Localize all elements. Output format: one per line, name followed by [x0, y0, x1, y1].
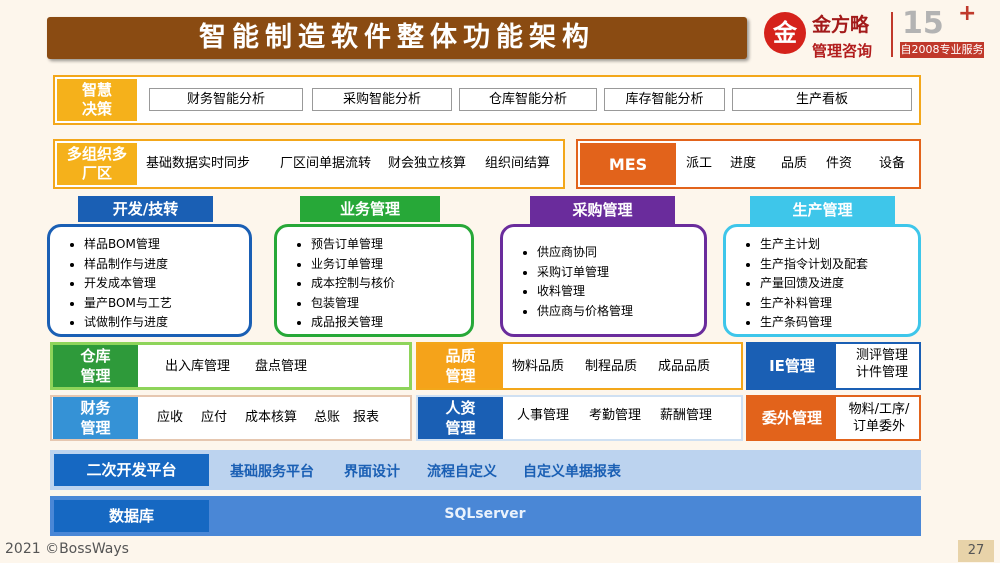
outsource-label: 委外管理 — [748, 397, 836, 439]
list-item: 采购订单管理 — [537, 263, 704, 283]
hr-label: 人资 管理 — [418, 397, 503, 439]
list-item: 开发成本管理 — [84, 274, 249, 294]
decision-item: 仓库智能分析 — [459, 88, 597, 111]
list-item: 生产条码管理 — [760, 313, 918, 333]
finance-label: 财务 管理 — [53, 397, 138, 439]
hr-item: 人事管理 — [517, 408, 570, 423]
logo-subtitle: 管理咨询 — [812, 42, 873, 60]
finance-item: 成本核算 — [245, 410, 298, 425]
decision-label: 智慧 决策 — [57, 79, 137, 121]
list-item: 样品制作与进度 — [84, 255, 249, 275]
list-item: 收料管理 — [537, 282, 704, 302]
list-item: 包装管理 — [311, 294, 471, 314]
database-value: SQLserver — [444, 506, 526, 522]
mes-item: 品质 — [781, 156, 808, 171]
category-list-dev: 样品BOM管理 样品制作与进度 开发成本管理 量产BOM与工艺 试做制作与进度 — [47, 224, 252, 337]
mes-item: 派工 — [686, 156, 713, 171]
list-item: 生产主计划 — [760, 235, 918, 255]
multi-org-item: 组织间结算 — [485, 156, 551, 171]
quality-item: 成品品质 — [658, 359, 711, 374]
list-item: 成品报关管理 — [311, 313, 471, 333]
logo-plus: + — [958, 1, 977, 26]
list-item: 试做制作与进度 — [84, 313, 249, 333]
ie-label: IE管理 — [748, 344, 836, 388]
mes-item: 件资 — [826, 156, 853, 171]
list-item: 生产指令计划及配套 — [760, 255, 918, 275]
category-head-biz: 业务管理 — [300, 196, 440, 222]
multi-org-item: 财会独立核算 — [388, 156, 467, 171]
category-list-production: 生产主计划 生产指令计划及配套 产量回馈及进度 生产补料管理 生产条码管理 — [723, 224, 921, 337]
multi-org-item: 基础数据实时同步 — [146, 156, 251, 171]
platform-label: 二次开发平台 — [54, 454, 209, 486]
multi-org-label: 多组织多 厂区 — [57, 143, 137, 185]
mes-item: 设备 — [879, 156, 906, 171]
category-head-dev: 开发/技转 — [78, 196, 213, 222]
finance-item: 报表 — [353, 410, 380, 425]
list-item: 生产补料管理 — [760, 294, 918, 314]
list-item: 业务订单管理 — [311, 255, 471, 275]
list-item: 样品BOM管理 — [84, 235, 249, 255]
platform-item: 界面设计 — [344, 464, 400, 480]
logo-seal: 金 — [764, 12, 806, 54]
list-item: 产量回馈及进度 — [760, 274, 918, 294]
list-item: 供应商与价格管理 — [537, 302, 704, 322]
footer-copyright: 2021 ©BossWays — [5, 541, 129, 557]
category-head-purchase: 采购管理 — [530, 196, 675, 224]
quality-label: 品质 管理 — [418, 344, 503, 388]
finance-item: 应付 — [201, 410, 228, 425]
warehouse-item: 盘点管理 — [255, 359, 308, 374]
platform-item: 基础服务平台 — [230, 464, 314, 480]
logo-since: 自2008专业服务 — [900, 42, 984, 58]
list-item: 量产BOM与工艺 — [84, 294, 249, 314]
outsource-text: 物料/工序/ 订单委外 — [848, 402, 910, 434]
quality-item: 制程品质 — [585, 359, 638, 374]
list-item: 预告订单管理 — [311, 235, 471, 255]
mes-label: MES — [580, 143, 676, 185]
decision-item: 采购智能分析 — [312, 88, 452, 111]
category-list-biz: 预告订单管理 业务订单管理 成本控制与核价 包装管理 成品报关管理 — [274, 224, 474, 337]
warehouse-label: 仓库 管理 — [53, 345, 138, 387]
multi-org-item: 厂区间单据流转 — [280, 156, 372, 171]
decision-item: 库存智能分析 — [604, 88, 725, 111]
page-number: 27 — [958, 540, 994, 562]
logo-name: 金方略 — [812, 14, 870, 36]
database-label: 数据库 — [54, 500, 209, 532]
page-title: 智能制造软件整体功能架构 — [199, 22, 595, 53]
category-head-production: 生产管理 — [750, 196, 895, 224]
platform-item: 流程自定义 — [427, 464, 497, 480]
list-item: 供应商协同 — [537, 243, 704, 263]
platform-item: 自定义单据报表 — [523, 464, 621, 480]
ie-text: 测评管理 计件管理 — [855, 348, 908, 380]
quality-item: 物料品质 — [512, 359, 565, 374]
mes-item: 进度 — [730, 156, 757, 171]
decision-item: 生产看板 — [732, 88, 912, 111]
hr-item: 考勤管理 — [589, 408, 642, 423]
finance-item: 应收 — [157, 410, 184, 425]
finance-item: 总账 — [314, 410, 341, 425]
category-list-purchase: 供应商协同 采购订单管理 收料管理 供应商与价格管理 — [500, 224, 707, 337]
decision-item: 财务智能分析 — [149, 88, 303, 111]
logo-divider — [891, 12, 893, 57]
hr-item: 薪酬管理 — [660, 408, 713, 423]
logo-years: 15 — [902, 6, 944, 41]
warehouse-item: 出入库管理 — [165, 359, 231, 374]
list-item: 成本控制与核价 — [311, 274, 471, 294]
